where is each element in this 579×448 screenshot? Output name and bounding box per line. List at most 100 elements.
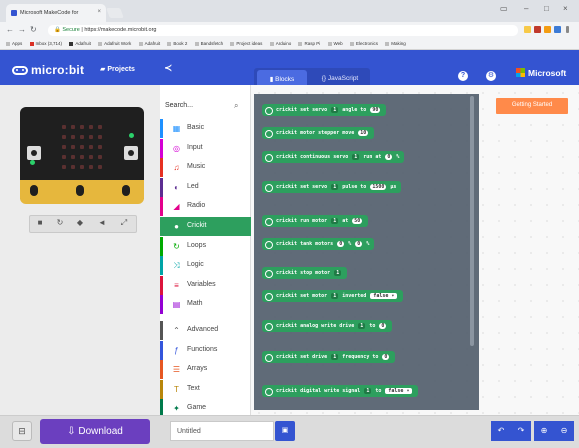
microsoft-logo[interactable]: Microsoft	[516, 68, 566, 78]
toolbox-category-basic[interactable]: ▦ Basic	[160, 119, 251, 138]
number-input[interactable]: 0	[385, 154, 393, 160]
port-dropdown[interactable]: 1	[331, 184, 339, 190]
bookmark[interactable]: Adafruit Work	[98, 38, 131, 46]
toolbox-category-loops[interactable]: ↻ Loops	[160, 236, 251, 256]
download-button[interactable]: ⇩ Download	[40, 419, 150, 444]
close-window-icon[interactable]: ×	[563, 4, 568, 13]
zoom-in-button[interactable]: ⊕	[534, 421, 554, 441]
microbit-logo[interactable]: micro:bit	[12, 63, 84, 77]
browser-tab[interactable]: Microsoft MakeCode for ×	[6, 4, 106, 22]
gear-icon[interactable]: ⚙	[486, 71, 496, 81]
crickit-block[interactable]: crickit set servo 1 angle to 90	[262, 104, 387, 116]
toolbox-category-text[interactable]: T Text	[160, 379, 251, 399]
crickit-block[interactable]: crickit stop motor 1	[262, 267, 348, 279]
crickit-block[interactable]: crickit set motor 1 inverted false ▾	[262, 290, 404, 302]
bookmark[interactable]: Rasp Pi	[298, 38, 320, 46]
bookmark[interactable]: Project ideas	[230, 38, 262, 46]
bookmark[interactable]: Inbox (3,714)	[29, 38, 62, 46]
mute-icon[interactable]: ◄	[96, 217, 108, 229]
port-dropdown[interactable]: 1	[358, 323, 366, 329]
collapse-simulator-button[interactable]: ⊟	[12, 421, 32, 441]
pin-1[interactable]	[74, 183, 86, 198]
fullscreen-icon[interactable]: ⤢	[118, 217, 130, 229]
extension-icon[interactable]	[554, 26, 561, 33]
port-dropdown[interactable]: 1	[331, 107, 339, 113]
bookmark[interactable]: Bandsfetch	[194, 38, 223, 46]
button-a[interactable]	[27, 146, 41, 160]
maximize-icon[interactable]: □	[544, 4, 549, 13]
number-input[interactable]: 50	[352, 218, 363, 224]
restart-icon[interactable]: ↻	[54, 217, 66, 229]
close-tab-icon[interactable]: ×	[97, 9, 101, 15]
forward-icon[interactable]: →	[18, 25, 26, 34]
pin-2[interactable]	[120, 183, 132, 198]
undo-button[interactable]: ↶	[491, 421, 511, 441]
share-icon[interactable]: ≺	[164, 63, 172, 74]
pin-0[interactable]	[28, 183, 40, 198]
bookmark[interactable]: Adafruit	[138, 38, 160, 46]
number-input[interactable]: 0	[355, 241, 363, 247]
address-bar[interactable]: 🔒 Secure | https://makecode.microbit.org	[48, 25, 518, 36]
crickit-block[interactable]: crickit continuous servo 1 run at 0 %	[262, 151, 405, 163]
button-b[interactable]	[124, 146, 138, 160]
crickit-block[interactable]: crickit analog write drive 1 to 0	[262, 320, 393, 332]
search-icon[interactable]: ⌕	[234, 101, 238, 111]
toolbox-category-music[interactable]: ♫ Music	[160, 158, 251, 178]
user-icon[interactable]: ▭	[500, 4, 508, 13]
bookmark[interactable]: Apps	[6, 38, 22, 46]
number-input[interactable]: 10	[358, 130, 369, 136]
minimize-icon[interactable]: –	[524, 4, 528, 13]
port-dropdown[interactable]: 1	[331, 293, 339, 299]
bookmark[interactable]: Adafruit	[69, 38, 91, 46]
bookmark[interactable]: Web	[327, 38, 343, 46]
crickit-block[interactable]: crickit set servo 1 pulse to 1500 μs	[262, 181, 402, 193]
number-input[interactable]: 0	[379, 323, 387, 329]
project-name-input[interactable]: Untitled	[170, 421, 274, 441]
flyout-scrollbar[interactable]	[470, 96, 474, 346]
toolbox-category-logic[interactable]: ⤨ Logic	[160, 256, 251, 276]
toolbox-category-math[interactable]: ▤ Math	[160, 295, 251, 315]
save-button[interactable]: ▣	[275, 421, 295, 441]
extension-icon[interactable]	[544, 26, 551, 33]
toolbox-category-variables[interactable]: ≡ Variables	[160, 275, 251, 295]
port-dropdown[interactable]: 1	[331, 354, 339, 360]
toolbox-category-crickit[interactable]: ● Crickit	[160, 217, 251, 236]
toolbox-category-led[interactable]: ◐ Led	[160, 177, 251, 197]
toolbox-category-radio[interactable]: ◢ Radio	[160, 197, 251, 217]
boolean-dropdown[interactable]: false ▾	[370, 293, 398, 299]
crickit-block[interactable]: crickit tank motors 0 % 0 %	[262, 238, 375, 250]
back-icon[interactable]: ←	[6, 25, 14, 34]
extension-icon[interactable]	[534, 26, 541, 33]
bookmark[interactable]: Arduino	[269, 38, 291, 46]
bookmark[interactable]: Electronics	[349, 38, 378, 46]
port-dropdown[interactable]: 1	[331, 218, 339, 224]
toolbox-category-arrays[interactable]: ☰ Arrays	[160, 360, 251, 380]
number-input[interactable]: 90	[370, 107, 381, 113]
crickit-block[interactable]: crickit run motor 1 at 50	[262, 215, 369, 227]
zoom-out-button[interactable]: ⊖	[554, 421, 574, 441]
slowmo-icon[interactable]: ◆	[74, 217, 86, 229]
star-icon[interactable]	[524, 26, 531, 33]
boolean-dropdown[interactable]: false ▾	[385, 388, 413, 394]
menu-icon[interactable]	[566, 26, 569, 33]
port-dropdown[interactable]: 1	[334, 270, 342, 276]
bookmark[interactable]: Making	[385, 38, 406, 46]
crickit-block[interactable]: crickit set drive 1 frequency to 0	[262, 351, 396, 363]
help-icon[interactable]: ?	[458, 71, 468, 81]
stop-icon[interactable]: ■	[34, 217, 46, 229]
crickit-block[interactable]: crickit motor stepper move 10	[262, 127, 375, 139]
reload-icon[interactable]: ↻	[30, 25, 37, 34]
toolbox-category-advanced[interactable]: ⌃ Advanced	[160, 321, 251, 340]
redo-button[interactable]: ↷	[511, 421, 531, 441]
getting-started-button[interactable]: Getting Started	[496, 98, 568, 114]
number-input[interactable]: 0	[382, 354, 390, 360]
projects-button[interactable]: ▰ Projects	[100, 65, 135, 73]
crickit-block[interactable]: crickit digital write signal 1 to false …	[262, 385, 419, 397]
toolbox-category-functions[interactable]: ƒ Functions	[160, 340, 251, 360]
port-dropdown[interactable]: 1	[352, 154, 360, 160]
bookmark[interactable]: Book 2	[167, 38, 187, 46]
number-input[interactable]: 0	[337, 241, 345, 247]
port-dropdown[interactable]: 1	[364, 388, 372, 394]
number-input[interactable]: 1500	[370, 184, 387, 190]
toolbox-category-input[interactable]: ◎ Input	[160, 138, 251, 158]
